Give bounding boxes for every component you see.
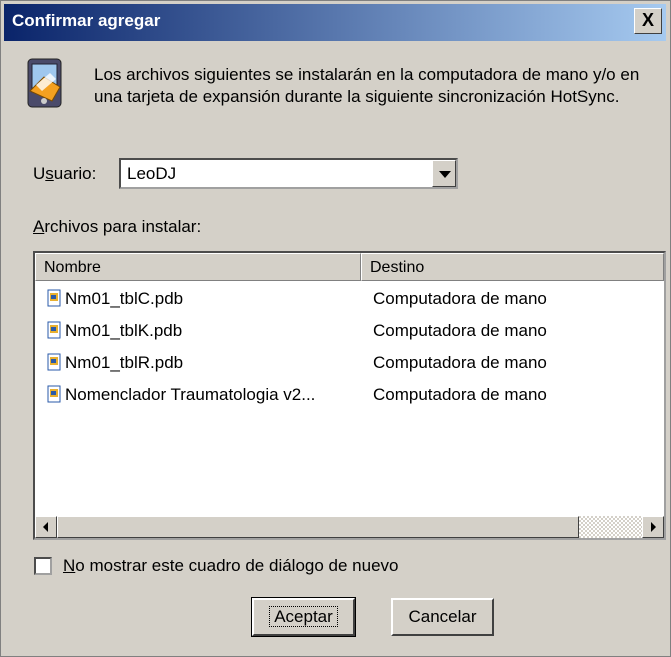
- arrow-right-icon: [651, 522, 656, 532]
- destination-cell: Computadora de mano: [373, 321, 547, 340]
- files-label: Archivos para instalar:: [33, 217, 202, 236]
- close-button[interactable]: X: [634, 8, 662, 34]
- scroll-thumb[interactable]: [57, 516, 579, 538]
- dont-show-again-checkbox[interactable]: [34, 557, 52, 575]
- destination-cell: Computadora de mano: [373, 385, 547, 404]
- arrow-left-icon: [43, 522, 48, 532]
- file-name-cell: Nm01_tblR.pdb: [47, 353, 183, 373]
- title-bar: Confirmar agregar X: [4, 4, 666, 41]
- install-icon: [27, 58, 62, 108]
- scroll-left-button[interactable]: [35, 516, 57, 538]
- file-icon: [47, 289, 61, 307]
- accept-button[interactable]: Aceptar: [251, 597, 356, 637]
- file-icon: [47, 321, 61, 339]
- destination-cell: Computadora de mano: [373, 289, 547, 308]
- file-name-cell: Nm01_tblC.pdb: [47, 289, 183, 309]
- user-select-value: LeoDJ: [127, 164, 177, 183]
- user-select[interactable]: LeoDJ: [119, 158, 458, 189]
- horizontal-scrollbar[interactable]: [35, 516, 664, 538]
- scroll-track[interactable]: [579, 516, 642, 538]
- confirm-add-dialog: Confirmar agregar X Los archivos siguien…: [0, 0, 671, 657]
- column-header-nombre[interactable]: Nombre: [35, 253, 361, 281]
- dialog-title: Confirmar agregar: [12, 11, 161, 30]
- file-icon: [47, 353, 61, 371]
- dropdown-arrow-icon[interactable]: [432, 160, 456, 187]
- table-row[interactable]: Nm01_tblR.pdb Computadora de mano: [35, 347, 664, 379]
- file-name-cell: Nm01_tblK.pdb: [47, 321, 182, 341]
- list-header: Nombre Destino: [35, 253, 664, 281]
- info-message: Los archivos siguientes se instalarán en…: [94, 65, 640, 106]
- table-row[interactable]: Nomenclador Traumatologia v2... Computad…: [35, 379, 664, 411]
- table-row[interactable]: Nm01_tblC.pdb Computadora de mano: [35, 283, 664, 315]
- column-header-destino[interactable]: Destino: [361, 253, 664, 281]
- destination-cell: Computadora de mano: [373, 353, 547, 372]
- files-list[interactable]: Nombre Destino Nm01_tblC.pdb Computadora…: [33, 251, 666, 540]
- close-icon: X: [641, 10, 654, 30]
- file-name-cell: Nomenclador Traumatologia v2...: [47, 385, 315, 405]
- user-label: Usuario:: [33, 164, 97, 183]
- file-icon: [47, 385, 61, 403]
- scroll-right-button[interactable]: [642, 516, 664, 538]
- table-row[interactable]: Nm01_tblK.pdb Computadora de mano: [35, 315, 664, 347]
- cancel-button[interactable]: Cancelar: [391, 598, 494, 636]
- dont-show-again-label[interactable]: No mostrar este cuadro de diálogo de nue…: [63, 556, 399, 576]
